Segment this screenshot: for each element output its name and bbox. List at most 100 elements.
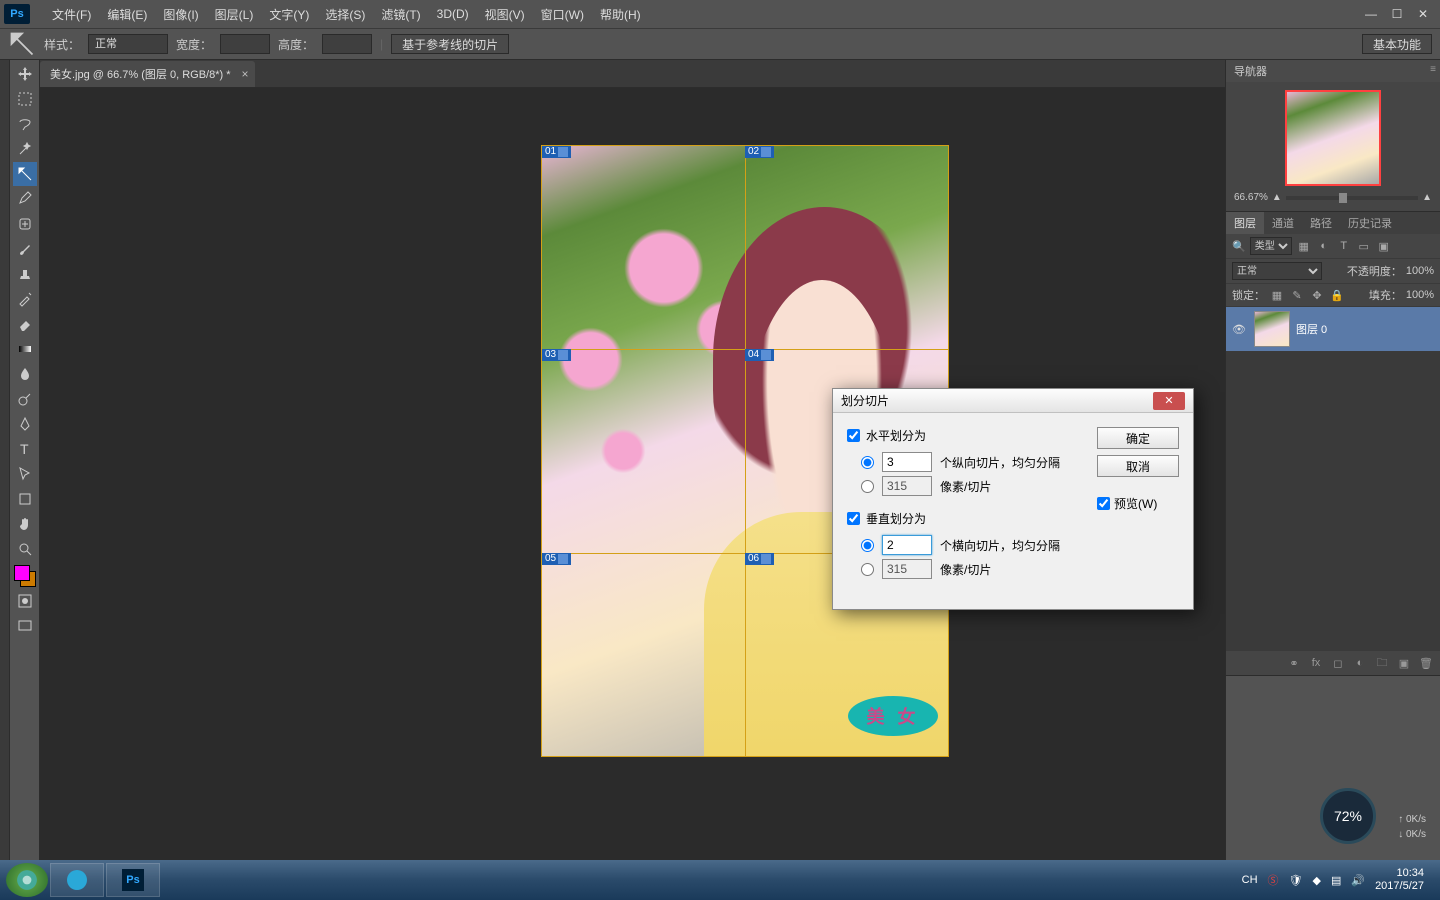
menu-window[interactable]: 窗口(W) [533,6,592,23]
guide-slice-button[interactable]: 基于参考线的切片 [391,34,509,54]
tab-layers[interactable]: 图层 [1226,212,1264,234]
menu-3d[interactable]: 3D(D) [429,7,477,21]
perf-gauge[interactable]: 72% [1320,788,1376,844]
width-input[interactable] [220,34,270,54]
ok-button[interactable]: 确定 [1097,427,1179,449]
horiz-count-input[interactable] [882,452,932,472]
vert-count-input[interactable] [882,535,932,555]
lasso-tool[interactable] [13,112,37,136]
lock-all-icon[interactable]: 🔒 [1329,287,1345,303]
delete-layer-icon[interactable]: 🗑 [1418,655,1434,671]
history-brush-tool[interactable] [13,287,37,311]
vert-px-radio[interactable] [861,563,874,576]
menu-image[interactable]: 图像(I) [155,6,206,23]
tab-paths[interactable]: 路径 [1302,212,1340,234]
eraser-tool[interactable] [13,312,37,336]
horiz-px-radio[interactable] [861,480,874,493]
slice-badge-1[interactable]: 01 [542,146,571,158]
window-close[interactable]: ✕ [1410,5,1436,23]
lock-pixels-icon[interactable]: ▦ [1269,287,1285,303]
lock-position-icon[interactable]: ✎ [1289,287,1305,303]
tray-icon-1[interactable]: ◆ [1312,874,1320,887]
menu-file[interactable]: 文件(F) [44,6,99,23]
filter-shape-icon[interactable]: ▭ [1356,238,1372,254]
horiz-count-radio[interactable] [861,456,874,469]
fill-value[interactable]: 100% [1406,289,1434,301]
height-input[interactable] [322,34,372,54]
menu-edit[interactable]: 编辑(E) [99,6,155,23]
menu-select[interactable]: 选择(S) [317,6,373,23]
zoom-out-icon[interactable]: ▲ [1272,192,1282,203]
layer-item[interactable]: 👁 图层 0 [1226,307,1440,351]
navigator-thumbnail[interactable] [1285,90,1381,186]
menu-layer[interactable]: 图层(L) [207,6,262,23]
window-maximize[interactable]: ☐ [1384,5,1410,23]
layer-filter-dropdown[interactable]: 类型 [1250,237,1292,255]
type-tool[interactable]: T [13,437,37,461]
filter-adjust-icon[interactable]: ◐ [1316,238,1332,254]
zoom-tool[interactable] [13,537,37,561]
pen-tool[interactable] [13,412,37,436]
slice-badge-5[interactable]: 05 [542,553,571,565]
magic-wand-tool[interactable] [13,137,37,161]
workspace-dropdown[interactable]: 基本功能 [1362,34,1432,54]
start-button[interactable] [6,863,48,897]
tray-volume-icon[interactable]: 🔊 [1351,874,1365,887]
slice-tool[interactable] [13,162,37,186]
eyedropper-tool[interactable] [13,187,37,211]
menu-help[interactable]: 帮助(H) [592,6,649,23]
tray-security-icon[interactable]: Ⓢ [1268,872,1279,888]
tab-channels[interactable]: 通道 [1264,212,1302,234]
slice-badge-2[interactable]: 02 [745,146,774,158]
zoom-in-icon[interactable]: ▲ [1422,192,1432,203]
shape-tool[interactable] [13,487,37,511]
slice-badge-3[interactable]: 03 [542,349,571,361]
slice-badge-4[interactable]: 04 [745,349,774,361]
window-minimize[interactable]: — [1358,5,1384,23]
dialog-close-button[interactable]: ✕ [1153,392,1185,410]
slice-badge-6[interactable]: 06 [745,553,774,565]
vert-count-radio[interactable] [861,539,874,552]
cancel-button[interactable]: 取消 [1097,455,1179,477]
new-layer-icon[interactable]: ▣ [1396,655,1412,671]
move-tool[interactable] [13,62,37,86]
tab-close-icon[interactable]: × [242,67,249,81]
quick-mask-toggle[interactable] [13,589,37,613]
layer-mask-icon[interactable]: ◻ [1330,655,1346,671]
style-dropdown[interactable]: 正常 [88,34,168,54]
vert-px-input[interactable] [882,559,932,579]
blur-tool[interactable] [13,362,37,386]
healing-brush-tool[interactable] [13,212,37,236]
blend-mode-dropdown[interactable]: 正常 [1232,262,1322,280]
taskbar-app-1[interactable] [50,863,104,897]
ime-indicator[interactable]: CH [1242,874,1258,886]
brush-tool[interactable] [13,237,37,261]
adjustment-layer-icon[interactable]: ◐ [1352,655,1368,671]
opacity-value[interactable]: 100% [1406,265,1434,277]
marquee-tool[interactable] [13,87,37,111]
layer-fx-icon[interactable]: fx [1308,655,1324,671]
taskbar-clock[interactable]: 10:34 2017/5/27 [1375,867,1424,893]
hand-tool[interactable] [13,512,37,536]
lock-move-icon[interactable]: ✥ [1309,287,1325,303]
path-selection-tool[interactable] [13,462,37,486]
screen-mode-toggle[interactable] [13,614,37,638]
document-tab[interactable]: 美女.jpg @ 66.7% (图层 0, RGB/8*) * × [40,61,255,87]
dialog-titlebar[interactable]: 划分切片 ✕ [833,389,1193,413]
filter-smart-icon[interactable]: ▣ [1376,238,1392,254]
panel-collapse-strip[interactable] [0,60,10,860]
navigator-zoom-slider[interactable] [1286,196,1418,200]
taskbar-app-photoshop[interactable]: Ps [106,863,160,897]
menu-view[interactable]: 视图(V) [477,6,533,23]
tray-icon-2[interactable]: ▤ [1331,874,1341,887]
tray-shield-icon[interactable]: 🛡 [1289,874,1303,887]
layer-visibility-icon[interactable]: 👁 [1232,323,1248,336]
filter-image-icon[interactable]: ▦ [1296,238,1312,254]
dodge-tool[interactable] [13,387,37,411]
clone-stamp-tool[interactable] [13,262,37,286]
menu-filter[interactable]: 滤镜(T) [373,6,428,23]
horizontal-checkbox[interactable] [847,429,860,442]
layer-group-icon[interactable]: 🗀 [1374,655,1390,671]
horiz-px-input[interactable] [882,476,932,496]
filter-type-icon[interactable]: T [1336,238,1352,254]
